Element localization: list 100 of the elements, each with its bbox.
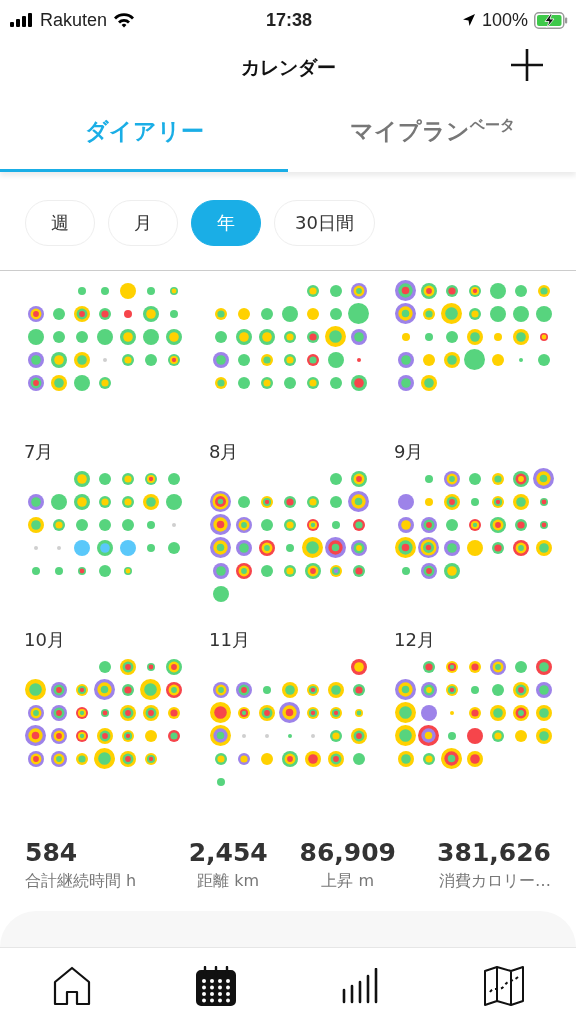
activity-dot[interactable]	[397, 750, 414, 767]
period-chip[interactable]: 週	[25, 200, 95, 246]
activity-dot[interactable]	[397, 351, 414, 368]
activity-dot[interactable]	[539, 497, 548, 506]
activity-dot[interactable]	[210, 702, 231, 723]
activity-dot[interactable]	[489, 516, 506, 533]
activity-dot[interactable]	[327, 750, 344, 767]
activity-dot[interactable]	[302, 537, 323, 558]
activity-dot[interactable]	[445, 660, 458, 673]
calendar-icon[interactable]	[195, 966, 237, 1006]
activity-dot[interactable]	[422, 307, 435, 320]
activity-dot[interactable]	[260, 518, 273, 531]
activity-dot[interactable]	[468, 706, 481, 719]
activity-dot[interactable]	[306, 518, 319, 531]
activity-dot[interactable]	[352, 518, 365, 531]
activity-dot[interactable]	[33, 545, 38, 550]
activity-dot[interactable]	[354, 708, 363, 717]
activity-dot[interactable]	[165, 493, 182, 510]
activity-dot[interactable]	[441, 748, 462, 769]
activity-dot[interactable]	[98, 564, 111, 577]
activity-dot[interactable]	[167, 472, 180, 485]
activity-dot[interactable]	[489, 658, 506, 675]
activity-dot[interactable]	[535, 681, 552, 698]
activity-dot[interactable]	[260, 307, 273, 320]
activity-dot[interactable]	[260, 353, 273, 366]
activity-dot[interactable]	[281, 681, 298, 698]
activity-dot[interactable]	[119, 704, 136, 721]
activity-dot[interactable]	[350, 374, 367, 391]
activity-dot[interactable]	[75, 330, 88, 343]
activity-dot[interactable]	[420, 282, 437, 299]
activity-dot[interactable]	[401, 332, 410, 341]
activity-dot[interactable]	[491, 541, 504, 554]
activity-dot[interactable]	[237, 353, 250, 366]
activity-dot[interactable]	[52, 307, 65, 320]
activity-dot[interactable]	[397, 516, 414, 533]
activity-dot[interactable]	[258, 704, 275, 721]
activity-dot[interactable]	[235, 328, 252, 345]
activity-dot[interactable]	[235, 681, 252, 698]
activity-dot[interactable]	[98, 472, 111, 485]
activity-dot[interactable]	[98, 660, 111, 673]
activity-dot[interactable]	[94, 748, 115, 769]
activity-dot[interactable]	[121, 472, 134, 485]
activity-dot[interactable]	[73, 493, 90, 510]
activity-dot[interactable]	[397, 493, 414, 510]
activity-dot[interactable]	[121, 518, 134, 531]
activity-dot[interactable]	[235, 516, 252, 533]
activity-dot[interactable]	[73, 351, 90, 368]
activity-dot[interactable]	[325, 326, 346, 347]
activity-dot[interactable]	[144, 472, 157, 485]
activity-dot[interactable]	[102, 357, 107, 362]
activity-dot[interactable]	[281, 750, 298, 767]
activity-dot[interactable]	[50, 704, 67, 721]
activity-dot[interactable]	[466, 750, 483, 767]
activity-dot[interactable]	[283, 495, 296, 508]
activity-dot[interactable]	[144, 729, 157, 742]
activity-dot[interactable]	[100, 708, 109, 717]
activity-dot[interactable]	[210, 537, 231, 558]
home-icon[interactable]	[53, 966, 91, 1006]
activity-dot[interactable]	[123, 309, 132, 318]
activity-dot[interactable]	[489, 305, 506, 322]
activity-dot[interactable]	[27, 493, 44, 510]
activity-dot[interactable]	[287, 733, 292, 738]
activity-dot[interactable]	[350, 658, 367, 675]
activity-dot[interactable]	[470, 497, 479, 506]
activity-dot[interactable]	[306, 284, 319, 297]
activity-dot[interactable]	[241, 733, 246, 738]
activity-dot[interactable]	[514, 518, 527, 531]
activity-dot[interactable]	[235, 539, 252, 556]
activity-dot[interactable]	[306, 353, 319, 366]
activity-dot[interactable]	[420, 374, 437, 391]
activity-dot[interactable]	[535, 539, 552, 556]
activity-dot[interactable]	[514, 729, 527, 742]
activity-dot[interactable]	[445, 330, 458, 343]
activity-dot[interactable]	[514, 660, 527, 673]
activity-dot[interactable]	[418, 537, 439, 558]
activity-dot[interactable]	[395, 702, 416, 723]
period-chip[interactable]: 30日間	[274, 200, 375, 246]
activity-dot[interactable]	[352, 752, 365, 765]
activity-dot[interactable]	[260, 752, 273, 765]
activity-dot[interactable]	[304, 750, 321, 767]
activity-dot[interactable]	[77, 566, 86, 575]
activity-dot[interactable]	[142, 328, 159, 345]
activity-dot[interactable]	[77, 286, 86, 295]
activity-dot[interactable]	[512, 470, 529, 487]
activity-dot[interactable]	[214, 752, 227, 765]
activity-dot[interactable]	[169, 309, 178, 318]
activity-dot[interactable]	[329, 706, 342, 719]
bar-chart-icon[interactable]	[342, 968, 378, 1004]
activity-dot[interactable]	[165, 328, 182, 345]
activity-dot[interactable]	[420, 562, 437, 579]
activity-dot[interactable]	[489, 282, 506, 299]
activity-dot[interactable]	[395, 679, 416, 700]
activity-dot[interactable]	[98, 518, 111, 531]
activity-dot[interactable]	[327, 351, 344, 368]
activity-dot[interactable]	[535, 305, 552, 322]
activity-dot[interactable]	[422, 660, 435, 673]
activity-dot[interactable]	[98, 495, 111, 508]
activity-dot[interactable]	[537, 284, 550, 297]
activity-dot[interactable]	[535, 704, 552, 721]
activity-dot[interactable]	[329, 284, 342, 297]
